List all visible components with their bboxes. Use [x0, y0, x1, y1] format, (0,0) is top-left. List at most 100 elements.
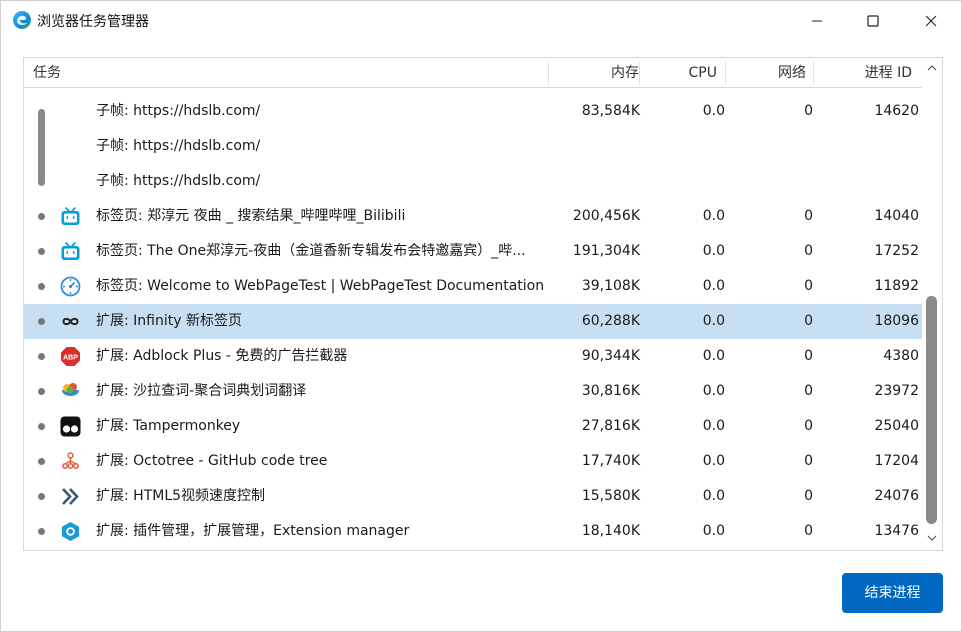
infinity-icon [62, 317, 79, 326]
title-bar[interactable]: 浏览器任务管理器 [1, 1, 961, 41]
table-row[interactable]: 子帧: https://hdslb.com/ [24, 164, 922, 199]
column-header-cpu[interactable]: CPU [640, 58, 717, 88]
memory-value: 18,140K [581, 523, 640, 539]
row-bullet [38, 493, 45, 500]
network-value: 0 [804, 278, 813, 294]
end-process-button[interactable]: 结束进程 [842, 573, 943, 613]
table-row-selected[interactable]: 扩展: Infinity 新标签页 60,288K 0.0 0 18096 [24, 304, 922, 339]
memory-value: 191,304K [572, 243, 640, 259]
cpu-value: 0.0 [702, 453, 725, 469]
process-list: 子帧: https://hdslb.com/ 83,584K 0.0 0 146… [24, 94, 922, 549]
memory-value: 200,456K [572, 208, 640, 224]
vertical-scrollbar[interactable] [923, 58, 942, 550]
window-title: 浏览器任务管理器 [37, 14, 149, 30]
cpu-value: 0.0 [702, 383, 725, 399]
task-name: 扩展: 插件管理，扩展管理，Extension manager [96, 523, 410, 539]
webpagetest-icon [60, 276, 81, 297]
network-value: 0 [804, 313, 813, 329]
pid-value: 25040 [874, 418, 919, 434]
row-bullet [38, 388, 45, 395]
cpu-value: 0.0 [702, 243, 725, 259]
maximize-button[interactable] [849, 1, 897, 41]
column-header-memory[interactable]: 内存 [549, 58, 639, 88]
table-row[interactable]: 扩展: 沙拉查词-聚合词典划词翻译 30,816K 0.0 0 23972 [24, 374, 922, 409]
pid-value: 13476 [874, 523, 919, 539]
pid-value: 23972 [874, 383, 919, 399]
table-row[interactable]: 扩展: 插件管理，扩展管理，Extension manager 18,140K … [24, 514, 922, 549]
row-bullet [38, 283, 45, 290]
column-header-pid[interactable]: 进程 ID [814, 58, 912, 88]
table-row[interactable]: 标签页: 郑淳元 夜曲 _ 搜索结果_哔哩哔哩_Bilibili 200,456… [24, 199, 922, 234]
network-value: 0 [804, 418, 813, 434]
cpu-value: 0.0 [702, 523, 725, 539]
cpu-value: 0.0 [702, 313, 725, 329]
task-name: 扩展: 沙拉查词-聚合词典划词翻译 [96, 383, 307, 399]
table-row[interactable]: 标签页: Welcome to WebPageTest | WebPageTes… [24, 269, 922, 304]
svg-text:ABP: ABP [63, 355, 78, 362]
network-value: 0 [804, 243, 813, 259]
memory-value: 30,816K [581, 383, 640, 399]
pid-value: 18096 [874, 313, 919, 329]
cpu-value: 0.0 [702, 418, 725, 434]
close-button[interactable] [907, 1, 955, 41]
edge-logo-icon [13, 11, 31, 29]
scroll-up-arrow-icon[interactable] [926, 62, 938, 74]
chevron-double-right-icon [62, 488, 79, 505]
table-row[interactable]: 扩展: Octotree - GitHub code tree 17,740K … [24, 444, 922, 479]
table-row[interactable]: 子帧: https://hdslb.com/ [24, 129, 922, 164]
pid-value: 14620 [874, 103, 919, 119]
table-row[interactable]: 子帧: https://hdslb.com/ 83,584K 0.0 0 146… [24, 94, 922, 129]
task-name: 子帧: https://hdslb.com/ [96, 138, 261, 154]
task-name: 标签页: Welcome to WebPageTest | WebPageTes… [96, 278, 545, 294]
network-value: 0 [804, 453, 813, 469]
minimize-button[interactable] [793, 1, 841, 41]
scrollbar-thumb[interactable] [926, 296, 937, 524]
row-bullet [38, 458, 45, 465]
cpu-value: 0.0 [702, 278, 725, 294]
close-icon [925, 15, 937, 27]
pid-value: 24076 [874, 488, 919, 504]
pid-value: 11892 [874, 278, 919, 294]
task-name: 扩展: Infinity 新标签页 [96, 313, 242, 329]
table-row[interactable]: 扩展: Tampermonkey 27,816K 0.0 0 25040 [24, 409, 922, 444]
memory-value: 60,288K [581, 313, 640, 329]
network-value: 0 [804, 103, 813, 119]
task-name: 子帧: https://hdslb.com/ [96, 103, 261, 119]
minimize-icon [812, 20, 822, 22]
task-name: 扩展: Octotree - GitHub code tree [96, 453, 328, 469]
maximize-icon [867, 15, 879, 27]
column-header-task[interactable]: 任务 [33, 58, 61, 88]
row-bullet [38, 528, 45, 535]
memory-value: 27,816K [581, 418, 640, 434]
column-header-network[interactable]: 网络 [726, 58, 806, 88]
memory-value: 83,584K [581, 103, 640, 119]
row-bullet [38, 318, 45, 325]
memory-value: 17,740K [581, 453, 640, 469]
network-value: 0 [804, 348, 813, 364]
row-bullet [38, 423, 45, 430]
pid-value: 4380 [883, 348, 919, 364]
table-header: 任务 内存 CPU 网络 进程 ID [24, 58, 922, 88]
table-row[interactable]: 标签页: The One郑淳元-夜曲（金道香新专辑发布会特邀嘉宾）_哔... 1… [24, 234, 922, 269]
pid-value: 17204 [874, 453, 919, 469]
cpu-value: 0.0 [702, 488, 725, 504]
scroll-down-arrow-icon[interactable] [926, 532, 938, 544]
cpu-value: 0.0 [702, 348, 725, 364]
network-value: 0 [804, 488, 813, 504]
task-name: 扩展: Adblock Plus - 免费的广告拦截器 [96, 348, 348, 364]
task-name: 标签页: The One郑淳元-夜曲（金道香新专辑发布会特邀嘉宾）_哔... [96, 243, 526, 259]
process-table: 任务 内存 CPU 网络 进程 ID 子帧: https://hdslb.com… [23, 57, 943, 551]
cpu-value: 0.0 [702, 208, 725, 224]
task-name: 标签页: 郑淳元 夜曲 _ 搜索结果_哔哩哔哩_Bilibili [96, 208, 406, 224]
adblock-plus-icon: ABP [61, 347, 80, 366]
bilibili-icon [61, 242, 80, 260]
octotree-icon [62, 452, 79, 469]
network-value: 0 [804, 208, 813, 224]
table-row[interactable]: 扩展: HTML5视频速度控制 15,580K 0.0 0 24076 [24, 479, 922, 514]
pid-value: 14040 [874, 208, 919, 224]
task-name: 扩展: HTML5视频速度控制 [96, 488, 266, 504]
pid-value: 17252 [874, 243, 919, 259]
memory-value: 15,580K [581, 488, 640, 504]
table-row[interactable]: ABP 扩展: Adblock Plus - 免费的广告拦截器 90,344K … [24, 339, 922, 374]
extension-manager-icon [62, 522, 79, 541]
